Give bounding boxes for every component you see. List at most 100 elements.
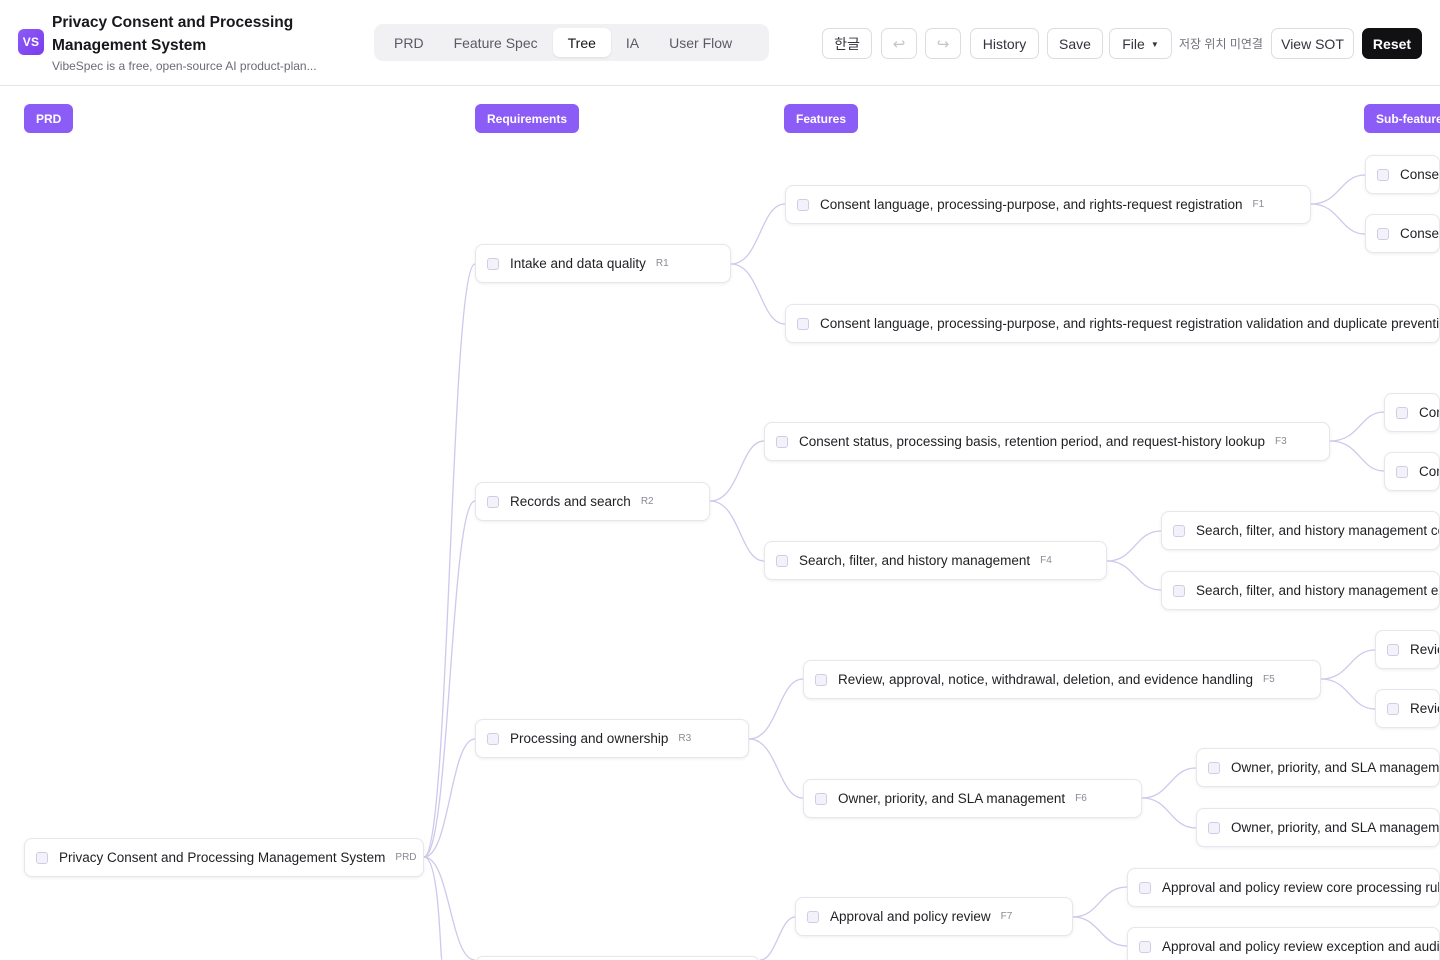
node-checkbox[interactable] xyxy=(1173,584,1185,597)
node-label: Consent status, processing basis, retent… xyxy=(799,434,1266,449)
tree-node-sub-feature[interactable]: Approval and policy review core processi… xyxy=(1127,868,1440,907)
link-r3-f5 xyxy=(748,678,804,740)
node-checkbox[interactable] xyxy=(797,198,809,211)
link-f5-s8 xyxy=(1320,678,1376,710)
node-checkbox[interactable] xyxy=(1139,940,1151,953)
tree-node-sub-feature[interactable]: Search, filter, and history management e… xyxy=(1161,571,1440,610)
app-subtitle: VibeSpec is a free, open-source AI produ… xyxy=(52,59,317,73)
chevron-down-icon: ▼ xyxy=(1150,39,1159,49)
node-label: Review, approval, notice, withdrawal, de… xyxy=(1410,642,1439,657)
view-tabs: PRD Feature Spec Tree IA User Flow xyxy=(374,24,769,61)
tree-node-sub-feature[interactable]: Consent status, processing basis, retent… xyxy=(1384,393,1440,432)
node-label: Owner, priority, and SLA management xyxy=(838,791,1066,806)
tree-node-feature[interactable]: Consent language, processing-purpose, an… xyxy=(785,185,1311,224)
link-f3-s3 xyxy=(1329,411,1385,442)
node-code: F6 xyxy=(1075,793,1087,804)
tree-node-sub-feature[interactable]: Approval and policy review exception and… xyxy=(1127,927,1440,960)
node-label: Consent status, processing basis, retent… xyxy=(1419,405,1439,420)
node-checkbox[interactable] xyxy=(36,851,48,864)
tree-node-feature[interactable]: Review, approval, notice, withdrawal, de… xyxy=(803,660,1321,699)
node-label: Owner, priority, and SLA management core… xyxy=(1231,760,1440,775)
view-sot-button[interactable]: View SOT xyxy=(1271,28,1354,59)
node-code: R3 xyxy=(678,733,692,744)
node-checkbox[interactable] xyxy=(1377,227,1389,240)
node-checkbox[interactable] xyxy=(1208,821,1220,834)
tree-node-sub-feature[interactable]: Review, approval, notice, withdrawal, de… xyxy=(1375,689,1440,728)
link-prd-r1 xyxy=(423,263,476,858)
tree-node-prd[interactable]: Privacy Consent and Processing Managemen… xyxy=(24,838,424,877)
tab-feature-spec[interactable]: Feature Spec xyxy=(439,28,553,57)
node-label: Approval and policy review xyxy=(830,909,991,924)
file-menu-button[interactable]: File ▼ xyxy=(1109,28,1172,59)
node-code: F1 xyxy=(1252,199,1265,210)
node-label: Review, approval, notice, withdrawal, de… xyxy=(838,672,1254,687)
node-checkbox[interactable] xyxy=(776,554,788,567)
node-code: R1 xyxy=(655,258,669,269)
tab-user-flow[interactable]: User Flow xyxy=(654,28,747,57)
tree-node-feature[interactable]: Consent language, processing-purpose, an… xyxy=(785,304,1440,343)
tree-node-feature[interactable]: Consent status, processing basis, retent… xyxy=(764,422,1330,461)
node-checkbox[interactable] xyxy=(797,317,809,330)
tree-node-sub-feature[interactable]: Owner, priority, and SLA management exce… xyxy=(1196,808,1440,847)
node-label: Consent language, processing-purpose, an… xyxy=(1400,226,1440,241)
reset-button[interactable]: Reset xyxy=(1362,28,1422,59)
tree-node-feature[interactable]: Search, filter, and history management F… xyxy=(764,541,1107,580)
link-f5-s7 xyxy=(1320,649,1376,680)
node-checkbox[interactable] xyxy=(1396,406,1408,419)
history-button[interactable]: History xyxy=(970,28,1039,59)
save-button[interactable]: Save xyxy=(1047,28,1103,59)
column-label-sub-features: Sub-features xyxy=(1364,104,1440,133)
column-label-features: Features xyxy=(784,104,859,133)
tab-tree[interactable]: Tree xyxy=(552,28,611,57)
node-checkbox[interactable] xyxy=(487,495,499,508)
tab-ia[interactable]: IA xyxy=(611,28,654,57)
node-checkbox[interactable] xyxy=(776,435,788,448)
save-location-status: 저장 위치 미연결 xyxy=(1179,37,1263,51)
tree-node-sub-feature[interactable]: Owner, priority, and SLA management core… xyxy=(1196,748,1440,787)
link-r4-f7 xyxy=(759,916,796,960)
tree-node-requirement[interactable]: Records and search R2 xyxy=(475,482,710,521)
link-f1-s1 xyxy=(1310,174,1366,205)
tree-node-sub-feature[interactable]: Consent status, processing basis, retent… xyxy=(1384,452,1440,491)
link-prd-r4 xyxy=(423,856,476,960)
tree-node-sub-feature[interactable]: Consent language, processing-purpose, an… xyxy=(1365,155,1440,194)
link-f6-s9 xyxy=(1141,767,1197,799)
node-code: F3 xyxy=(1275,436,1287,447)
node-checkbox[interactable] xyxy=(815,673,827,686)
node-checkbox[interactable] xyxy=(1396,465,1408,478)
redo-icon: ↪ xyxy=(936,35,950,53)
node-label: Consent language, processing-purpose, an… xyxy=(1400,167,1440,182)
node-label: Consent language, processing-purpose, an… xyxy=(820,316,1440,331)
tree-node-sub-feature[interactable]: Review, approval, notice, withdrawal, de… xyxy=(1375,630,1440,669)
node-checkbox[interactable] xyxy=(815,792,827,805)
language-toggle-button[interactable]: 한글 xyxy=(822,28,872,59)
node-checkbox[interactable] xyxy=(807,910,819,923)
node-checkbox[interactable] xyxy=(1208,761,1220,774)
undo-button[interactable]: ↩ xyxy=(881,28,917,59)
tree-node-requirement-cut[interactable] xyxy=(475,956,760,960)
tree-node-feature[interactable]: Approval and policy review F7 xyxy=(795,897,1073,936)
redo-button[interactable]: ↪ xyxy=(925,28,961,59)
tree-node-requirement[interactable]: Intake and data quality R1 xyxy=(475,244,731,283)
column-label-prd: PRD xyxy=(24,104,74,133)
node-checkbox[interactable] xyxy=(487,257,499,270)
node-label: Owner, priority, and SLA management exce… xyxy=(1231,820,1440,835)
node-checkbox[interactable] xyxy=(487,732,499,745)
node-label: Search, filter, and history management e… xyxy=(1196,583,1439,598)
node-checkbox[interactable] xyxy=(1139,881,1151,894)
node-checkbox[interactable] xyxy=(1377,168,1389,181)
tree-node-requirement[interactable]: Processing and ownership R3 xyxy=(475,719,749,758)
link-f4-s6 xyxy=(1106,560,1162,591)
node-code: PRD xyxy=(395,852,417,863)
node-checkbox[interactable] xyxy=(1387,643,1399,656)
tree-node-sub-feature[interactable]: Search, filter, and history management c… xyxy=(1161,511,1440,550)
node-label: Records and search xyxy=(510,494,631,509)
tab-prd[interactable]: PRD xyxy=(379,28,439,57)
node-label: Consent language, processing-purpose, an… xyxy=(820,197,1243,212)
tree-node-sub-feature[interactable]: Consent language, processing-purpose, an… xyxy=(1365,214,1440,253)
tree-node-feature[interactable]: Owner, priority, and SLA management F6 xyxy=(803,779,1142,818)
node-checkbox[interactable] xyxy=(1387,702,1399,715)
node-checkbox[interactable] xyxy=(1173,524,1185,537)
node-label: Approval and policy review exception and… xyxy=(1162,939,1440,954)
node-code: R2 xyxy=(640,496,654,507)
